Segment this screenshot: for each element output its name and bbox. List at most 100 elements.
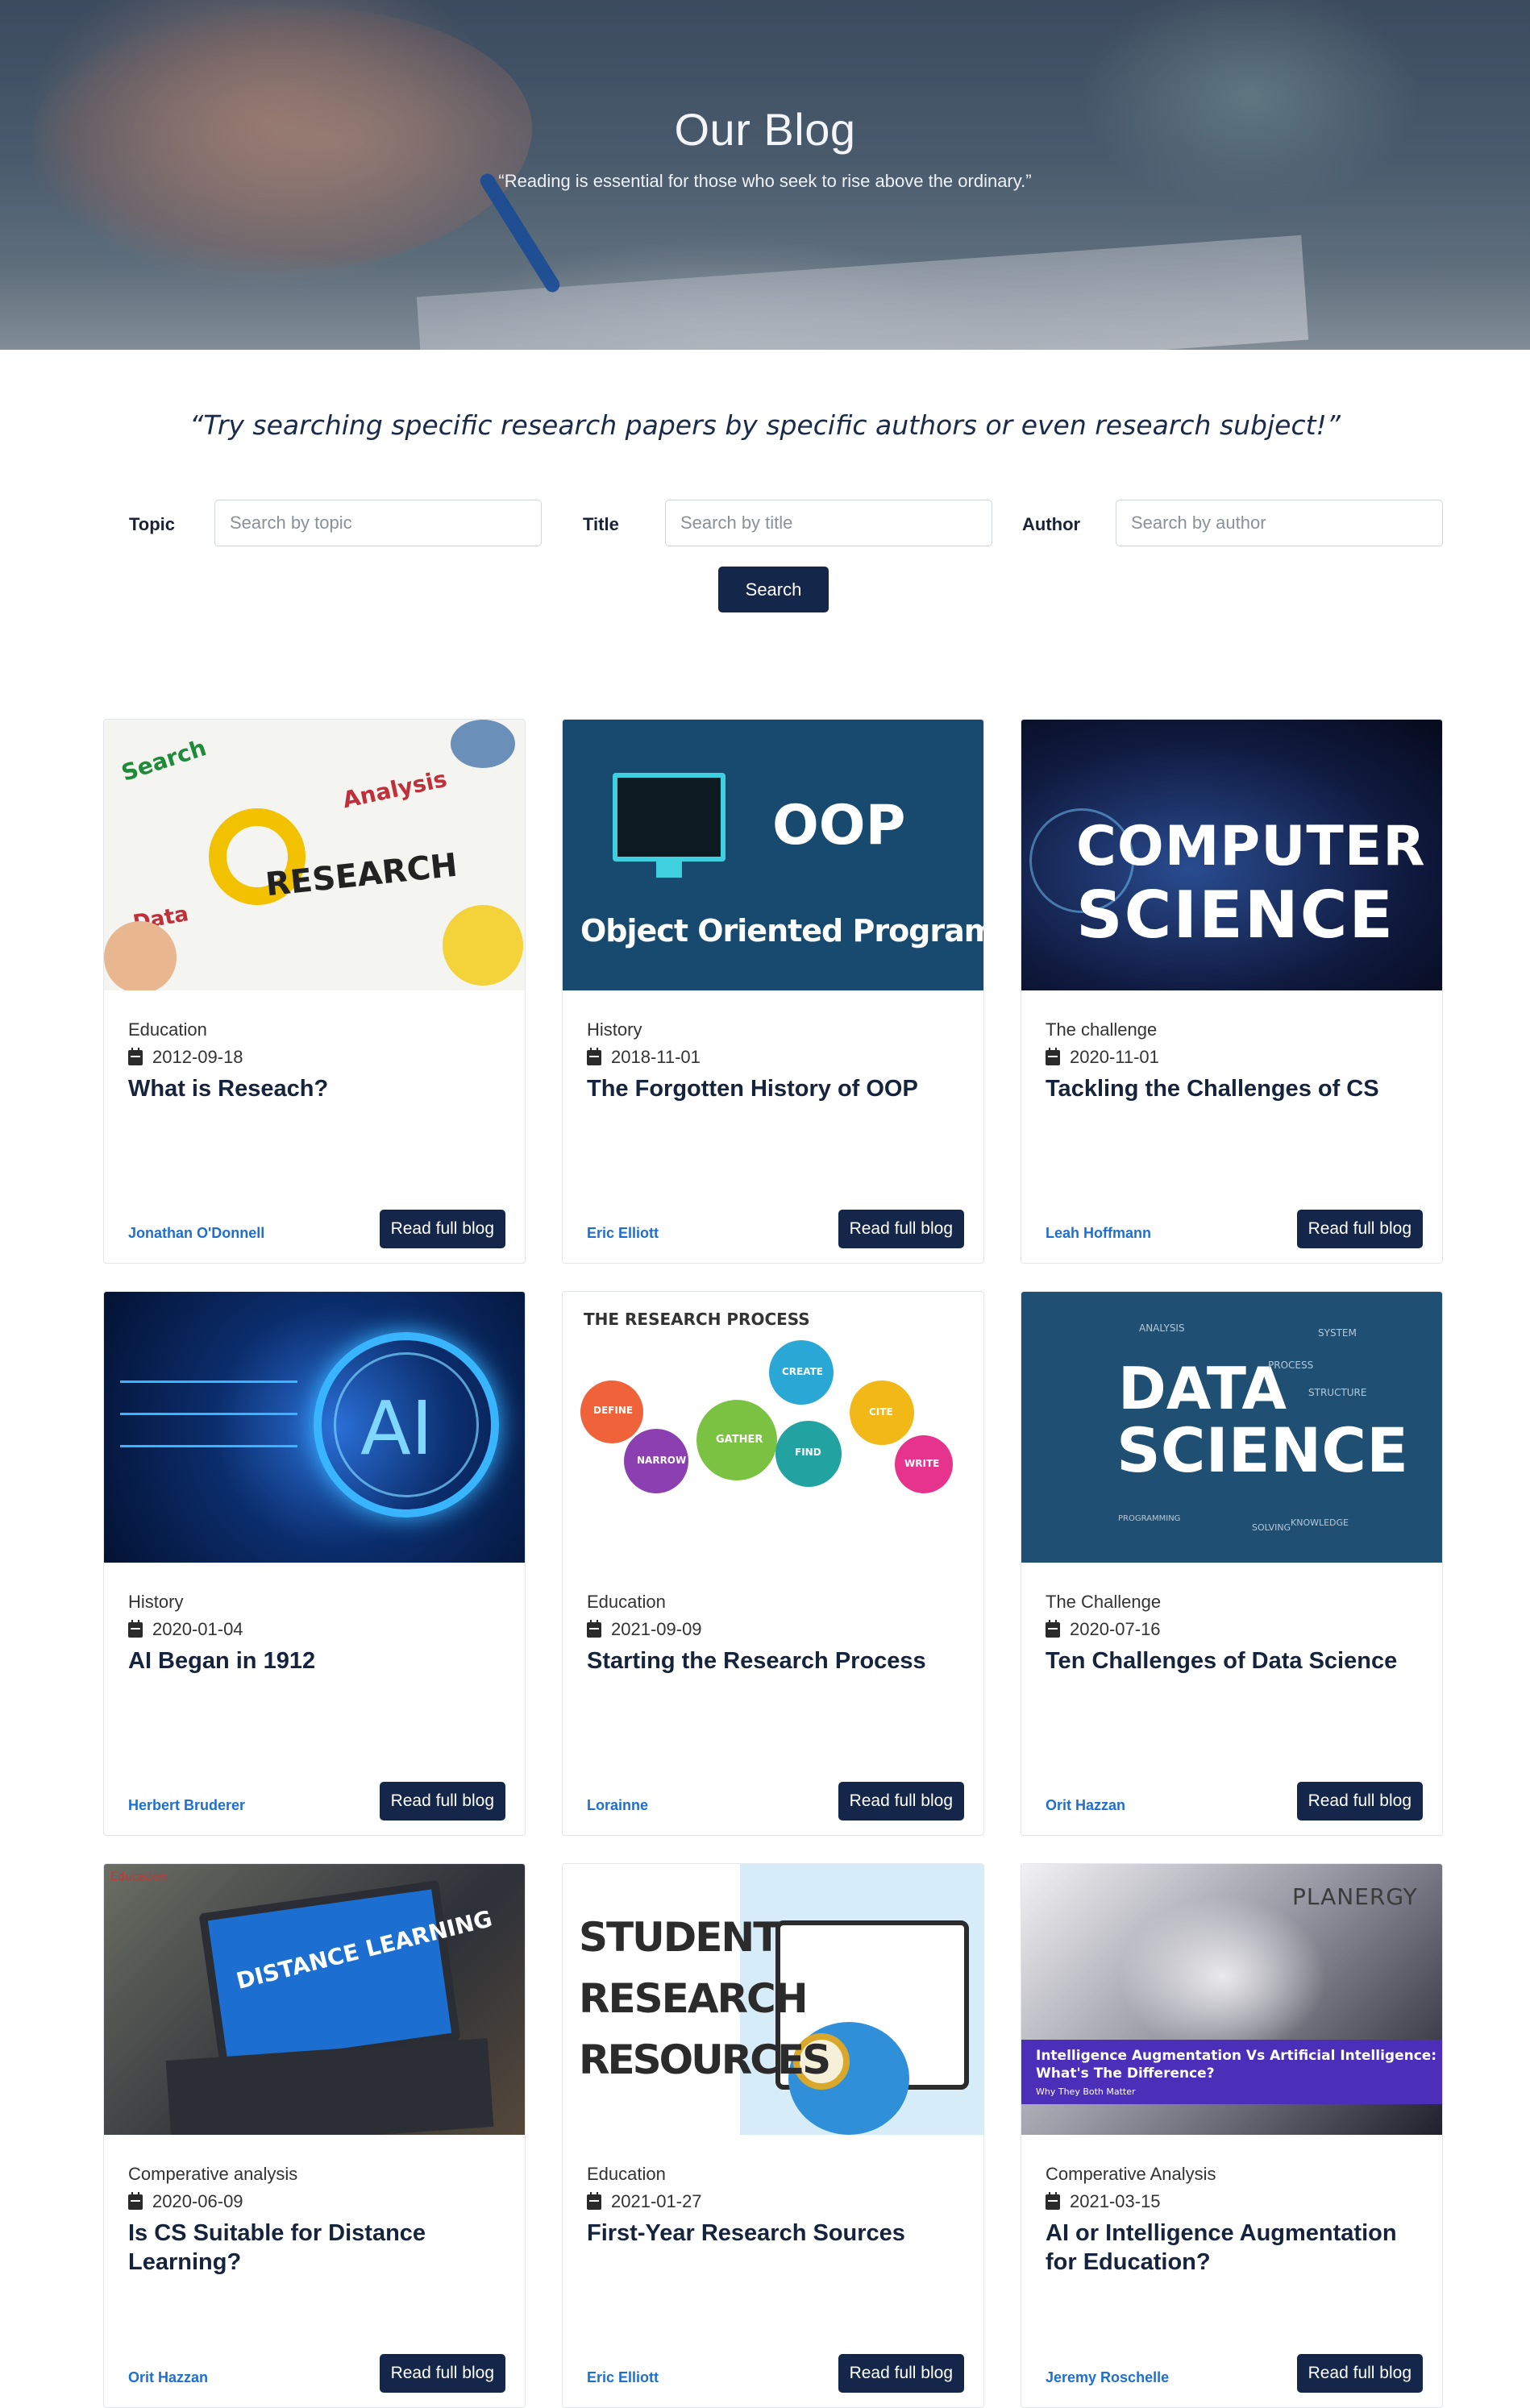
post-author-link[interactable]: Herbert Bruderer — [128, 1797, 245, 1814]
thumb-text: RESOURCES — [579, 2036, 831, 2083]
hero-banner: Our Blog “Reading is essential for those… — [0, 0, 1530, 350]
calendar-icon — [587, 2191, 601, 2210]
circuit-lines — [120, 1413, 297, 1415]
blog-card: STUDENT RESEARCH RESOURCES Education 202… — [562, 1863, 984, 2408]
calendar-icon — [587, 1047, 601, 1065]
post-category: Education — [128, 1019, 207, 1040]
topic-search-input[interactable] — [214, 500, 542, 546]
thumb-text: SCIENCE — [1116, 1414, 1409, 1486]
thumb-text: RESEARCH — [579, 1975, 809, 2022]
post-date-text: 2020-01-04 — [152, 1619, 243, 1639]
thumb-text: Intelligence Augmentation Vs Artificial … — [1036, 2048, 1437, 2064]
post-title: AI Began in 1912 — [128, 1648, 316, 1674]
read-full-blog-button[interactable]: Read full blog — [1296, 2354, 1423, 2393]
post-date-text: 2020-07-16 — [1070, 1619, 1161, 1639]
post-category: Education — [587, 2164, 666, 2184]
post-author-link[interactable]: Lorainne — [587, 1797, 648, 1814]
blog-card: DISTANCE LEARNING Education Comperative … — [103, 1863, 526, 2408]
post-title: Tackling the Challenges of CS — [1046, 1076, 1379, 1102]
robot-hand-graphic — [1118, 1896, 1328, 2057]
read-full-blog-button[interactable]: Read full blog — [379, 1210, 505, 1248]
post-date-text: 2020-06-09 — [152, 2191, 243, 2211]
post-author-link[interactable]: Eric Elliott — [587, 1225, 659, 1242]
post-date-text: 2012-09-18 — [152, 1047, 243, 1067]
author-search-input[interactable] — [1116, 500, 1443, 546]
post-date: 2020-06-09 — [128, 2191, 243, 2212]
post-author-link[interactable]: Eric Elliott — [587, 2369, 659, 2386]
thumb-text: PROCESS — [1268, 1360, 1314, 1371]
thumb-text: NARROW — [637, 1455, 687, 1466]
data-science-thumbnail: DATA SCIENCE ANALYSIS SYSTEM PROCESS STR… — [1021, 1292, 1442, 1563]
post-category: Comperative analysis — [128, 2164, 298, 2184]
post-category: Education — [587, 1592, 666, 1612]
thumb-text: AI — [360, 1385, 434, 1472]
thumb-text: ANALYSIS — [1139, 1322, 1185, 1334]
search-button[interactable]: Search — [718, 567, 829, 612]
post-date: 2020-11-01 — [1046, 1047, 1159, 1068]
laptop-keyboard-graphic — [165, 2038, 494, 2135]
monitor-stand — [656, 861, 682, 878]
thumb-text: CITE — [869, 1406, 893, 1418]
thumb-text: SOLVING — [1252, 1522, 1291, 1533]
thumb-text: PROGRAMMING — [1118, 1514, 1181, 1523]
calendar-icon — [128, 1047, 143, 1065]
thumb-text: GATHER — [716, 1434, 763, 1446]
post-author-link[interactable]: Leah Hoffmann — [1046, 1225, 1151, 1242]
calendar-icon — [1046, 1619, 1060, 1638]
blog-card: COMPUTER SCIENCE The challenge 2020-11-0… — [1021, 719, 1443, 1264]
calendar-icon — [587, 1619, 601, 1638]
post-author-link[interactable]: Jonathan O'Donnell — [128, 1225, 264, 1242]
thumb-text: PLANERGY — [1292, 1883, 1418, 1910]
read-full-blog-button[interactable]: Read full blog — [1296, 1210, 1423, 1248]
thumb-text: STRUCTURE — [1308, 1387, 1367, 1398]
title-search-input[interactable] — [665, 500, 992, 546]
thumb-text: DEFINE — [593, 1405, 634, 1416]
post-author-link[interactable]: Orit Hazzan — [128, 2369, 208, 2386]
thumb-text: SYSTEM — [1318, 1327, 1357, 1339]
thumb-text: KNOWLEDGE — [1291, 1517, 1349, 1528]
hero-quote: “Reading is essential for those who seek… — [498, 171, 1032, 191]
post-category: Comperative Analysis — [1046, 2164, 1216, 2184]
post-category: History — [128, 1592, 184, 1612]
thumb-text: What's The Difference? — [1036, 2065, 1215, 2082]
read-full-blog-button[interactable]: Read full blog — [379, 1782, 505, 1821]
blog-card: OOP Object Oriented Programming History … — [562, 719, 984, 1264]
computer-science-thumbnail: COMPUTER SCIENCE — [1021, 720, 1442, 990]
post-author-link[interactable]: Jeremy Roschelle — [1046, 2369, 1169, 2386]
post-date-text: 2021-03-15 — [1070, 2191, 1161, 2211]
hand-graphic — [104, 921, 177, 990]
post-date: 2020-07-16 — [1046, 1619, 1161, 1640]
read-full-blog-button[interactable]: Read full blog — [838, 2354, 964, 2393]
student-research-thumbnail: STUDENT RESEARCH RESOURCES — [563, 1864, 983, 2135]
monitor-icon — [613, 773, 726, 861]
thumb-text: WRITE — [904, 1458, 940, 1469]
post-date: 2021-03-15 — [1046, 2191, 1161, 2212]
research-thumbnail: Search Analysis RESEARCH Data — [104, 720, 525, 990]
thumb-text: Search — [118, 734, 210, 787]
post-date: 2021-01-27 — [587, 2191, 702, 2212]
thumb-text: COMPUTER — [1076, 815, 1426, 878]
post-date: 2020-01-04 — [128, 1619, 243, 1640]
oop-thumbnail: OOP Object Oriented Programming — [563, 720, 983, 990]
blog-card: DATA SCIENCE ANALYSIS SYSTEM PROCESS STR… — [1021, 1291, 1443, 1836]
read-full-blog-button[interactable]: Read full blog — [838, 1782, 964, 1821]
post-title: The Forgotten History of OOP — [587, 1076, 918, 1102]
hand-graphic — [443, 905, 523, 986]
thumb-text: SCIENCE — [1076, 878, 1395, 953]
thumb-text: Why They Both Matter — [1036, 2086, 1136, 2097]
post-title: AI or Intelligence Augmentation for Educ… — [1046, 2220, 1397, 2275]
post-date: 2012-09-18 — [128, 1047, 243, 1068]
post-author-link[interactable]: Orit Hazzan — [1046, 1797, 1125, 1814]
thumb-text: DATA — [1118, 1355, 1287, 1422]
calendar-icon — [128, 2191, 143, 2210]
read-full-blog-button[interactable]: Read full blog — [379, 2354, 505, 2393]
blog-card: PLANERGY Intelligence Augmentation Vs Ar… — [1021, 1863, 1443, 2408]
post-title: What is Reseach? — [128, 1076, 329, 1102]
post-category: History — [587, 1019, 642, 1040]
search-intro-text: “Try searching specific research papers … — [189, 409, 1341, 441]
thumb-text: Education — [110, 1870, 167, 1883]
post-date-text: 2021-09-09 — [611, 1619, 702, 1639]
read-full-blog-button[interactable]: Read full blog — [838, 1210, 964, 1248]
read-full-blog-button[interactable]: Read full blog — [1296, 1782, 1423, 1821]
intelligence-augmentation-thumbnail: PLANERGY Intelligence Augmentation Vs Ar… — [1021, 1864, 1442, 2135]
